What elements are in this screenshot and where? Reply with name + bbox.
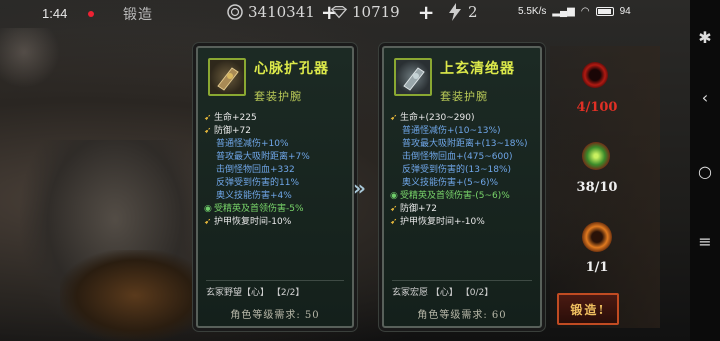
stat-icon: ➹: [204, 126, 212, 136]
stat-icon: ➹: [204, 217, 212, 227]
stat-text: 反弹受到伤害的11%: [216, 178, 300, 188]
material-count: 38/10: [576, 180, 618, 195]
divider: [392, 280, 532, 281]
current-item-panel: 心脉扩孔器 套装护腕 ➹ 生命+225 ➹ 防御+72 普通怪减伤+10% 普攻最大吸附距…: [196, 46, 354, 328]
item-stats: ➹ 生命+225 ➹ 防御+72 普通怪减伤+10% 普攻最大吸附距离+7% 击倒怪物回血+…: [204, 112, 354, 229]
gem-icon: [330, 3, 348, 21]
item-name: 上玄清绝器: [440, 61, 515, 77]
clock: 1:44: [42, 6, 68, 21]
stat-text: 护甲恢复时间-10%: [214, 217, 292, 227]
stat-text: 生命+(230~290): [400, 113, 475, 123]
level-requirement: 角色等级需求: 50: [230, 310, 320, 321]
stat-line: 奥义技能伤害+4%: [204, 190, 354, 203]
divider: [206, 280, 344, 281]
character-armor: [60, 250, 210, 341]
wifi-icon: ◠: [580, 6, 590, 17]
stat-text: 护甲恢复时间+-10%: [400, 217, 485, 227]
home-icon[interactable]: ○: [690, 162, 720, 181]
stat-text: 受精英及首领伤害-5%: [214, 204, 304, 214]
stat-text: 反弹受到伤害的(13~18%): [402, 165, 512, 175]
stat-line: 普通怪减伤+10%: [204, 138, 354, 151]
stat-line: ➹ 生命+(230~290): [390, 112, 540, 125]
signal-icon: ▂▄▆: [552, 6, 575, 17]
stat-line: 反弹受到伤害的(13~18%): [390, 164, 540, 177]
recents-icon[interactable]: ≡: [690, 232, 720, 251]
stat-text: 击倒怪物回血+(475~600): [402, 152, 513, 162]
fire-ring-icon[interactable]: [582, 222, 612, 252]
item-type: 套装护腕: [254, 90, 302, 103]
stat-line: ➹ 防御+72: [204, 125, 354, 138]
set-bonus-icon: ◉: [390, 191, 398, 201]
level-requirement: 角色等级需求: 60: [417, 310, 507, 321]
battery-icon: [595, 7, 614, 16]
stat-line: 反弹受到伤害的11%: [204, 177, 354, 190]
energy-resource: 2: [446, 3, 478, 21]
stat-icon: ➹: [390, 204, 398, 214]
materials-column: 4/100 38/10 1/1: [550, 46, 660, 328]
item-stats: ➹ 生命+(230~290) 普通怪减伤+(10~13%) 普攻最大吸附距离+(13~…: [390, 112, 540, 229]
item-type: 套装护腕: [440, 90, 488, 103]
bracer-icon[interactable]: [208, 58, 246, 96]
stat-line: ➹ 护甲恢复时间+-10%: [390, 216, 540, 229]
stat-line: ➹ 生命+225: [204, 112, 354, 125]
material-count: 4/100: [576, 100, 618, 115]
status-bar: 1:44 锻造 3410341 + 10719 + 2 5.5K/s ▂▄▆ ◠…: [0, 0, 690, 28]
stat-icon: ➹: [390, 217, 398, 227]
stat-text: 击倒怪物回血+332: [216, 165, 295, 175]
target-item-panel: 上玄清绝器 套装护腕 ➹ 生命+(230~290) 普通怪减伤+(10~13%) 普攻…: [382, 46, 542, 328]
add-gem-button[interactable]: +: [418, 2, 435, 22]
gem-resource: 10719 +: [330, 2, 435, 22]
stat-line: ◉ 受精英及首领伤害-5%: [204, 203, 354, 216]
battery-level: 94: [619, 6, 631, 17]
bracer-icon[interactable]: [394, 58, 432, 96]
network-speed: 5.5K/s: [518, 6, 547, 17]
stat-icon: ➹: [204, 113, 212, 123]
stat-text: 防御+72: [400, 204, 437, 214]
stat-text: 普通怪减伤+(10~13%): [402, 126, 501, 136]
set-info: 玄冢宏愿 【心】 【0/2】: [392, 288, 494, 298]
page-title: 锻造: [123, 7, 153, 23]
accessibility-icon[interactable]: ✱: [690, 28, 720, 47]
stat-line: 普攻最大吸附距离+7%: [204, 151, 354, 164]
coin-icon: [226, 3, 244, 21]
upgrade-arrow-icon: »: [353, 176, 366, 200]
recording-dot-icon: [88, 11, 94, 17]
forge-button[interactable]: 锻造!: [557, 293, 619, 325]
stat-text: 普通怪减伤+10%: [216, 139, 289, 149]
energy-amount: 2: [468, 3, 478, 21]
gem-amount: 10719: [352, 3, 400, 21]
green-orb-icon[interactable]: [582, 142, 610, 170]
lightning-icon: [446, 3, 464, 21]
system-icons: 5.5K/s ▂▄▆ ◠ 94: [518, 6, 631, 17]
set-info: 玄冢野望【心】 【2/2】: [206, 288, 305, 298]
stat-text: 普攻最大吸附距离+7%: [216, 152, 310, 162]
set-bonus-icon: ◉: [204, 204, 212, 214]
stat-line: ◉ 受精英及首领伤害-(5~6)%: [390, 190, 540, 203]
stat-line: 奥义技能伤害+(5~6)%: [390, 177, 540, 190]
stat-line: 普攻最大吸附距离+(13~18%): [390, 138, 540, 151]
stat-line: 普通怪减伤+(10~13%): [390, 125, 540, 138]
coin-resource: 3410341 +: [226, 2, 338, 22]
stat-text: 普攻最大吸附距离+(13~18%): [402, 139, 528, 149]
stat-line: 击倒怪物回血+332: [204, 164, 354, 177]
stat-text: 生命+225: [214, 113, 257, 123]
stat-icon: ➹: [390, 113, 398, 123]
material-count: 1/1: [585, 260, 609, 275]
stat-line: 击倒怪物回血+(475~600): [390, 151, 540, 164]
stat-text: 防御+72: [214, 126, 251, 136]
stat-text: 受精英及首领伤害-(5~6)%: [400, 191, 510, 201]
stat-text: 奥义技能伤害+(5~6)%: [402, 178, 499, 188]
stat-line: ➹ 护甲恢复时间-10%: [204, 216, 354, 229]
stat-text: 奥义技能伤害+4%: [216, 191, 292, 201]
back-icon[interactable]: ‹: [690, 88, 720, 107]
stat-line: ➹ 防御+72: [390, 203, 540, 216]
item-header: 心脉扩孔器 套装护腕: [198, 48, 352, 110]
background-decoration: [0, 28, 60, 88]
item-header: 上玄清绝器 套装护腕: [384, 48, 540, 110]
coin-amount: 3410341: [248, 3, 315, 21]
red-orb-icon[interactable]: [582, 62, 608, 88]
system-nav-bar: ✱ ‹ ○ ≡: [690, 0, 720, 341]
item-name: 心脉扩孔器: [254, 61, 329, 77]
